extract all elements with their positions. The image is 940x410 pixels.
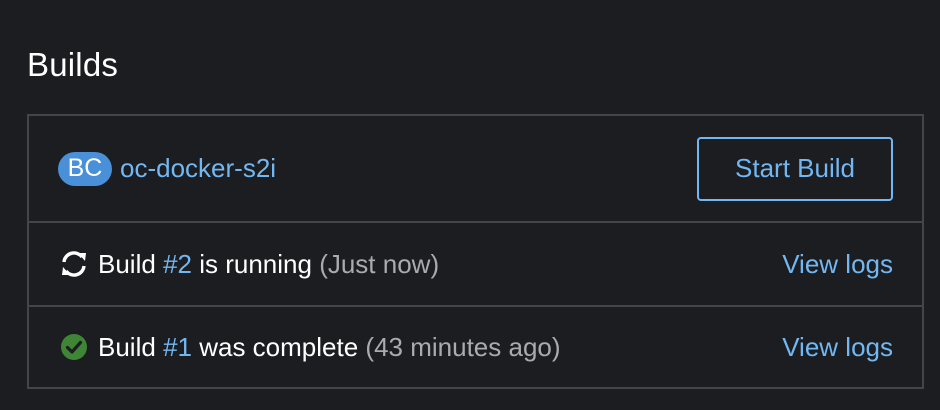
view-logs-link[interactable]: View logs	[782, 332, 893, 363]
build-config-link[interactable]: oc-docker-s2i	[120, 153, 276, 184]
build-row: Build #2 is running (Just now) View logs	[29, 223, 922, 307]
build-status: Build #1 was complete (43 minutes ago)	[58, 331, 561, 363]
builds-page: Builds BC oc-docker-s2i Start Build Buil…	[0, 0, 940, 410]
build-number-link[interactable]: #2	[163, 249, 192, 279]
build-status-label: is running	[199, 248, 312, 279]
build-config-info: BC oc-docker-s2i	[58, 151, 276, 186]
build-number-link[interactable]: #1	[163, 332, 192, 362]
section-title: Builds	[27, 46, 119, 83]
build-status: Build #2 is running (Just now)	[58, 248, 439, 280]
build-prefix: Build	[98, 248, 156, 279]
build-config-row: BC oc-docker-s2i Start Build	[29, 116, 922, 223]
builds-card: BC oc-docker-s2i Start Build Build #2 is…	[27, 114, 924, 389]
build-status-label: was complete	[199, 331, 359, 362]
sync-icon	[58, 248, 90, 280]
check-circle-icon	[58, 331, 90, 363]
build-status-text: Build #2 is running (Just now)	[98, 249, 439, 280]
start-build-button[interactable]: Start Build	[697, 136, 893, 201]
build-status-text: Build #1 was complete (43 minutes ago)	[98, 332, 561, 363]
view-logs-link[interactable]: View logs	[782, 249, 893, 280]
build-time: (Just now)	[319, 248, 440, 279]
build-time: (43 minutes ago)	[365, 331, 561, 362]
build-prefix: Build	[98, 331, 156, 362]
build-config-badge: BC	[58, 151, 112, 186]
build-row: Build #1 was complete (43 minutes ago) V…	[29, 307, 922, 387]
